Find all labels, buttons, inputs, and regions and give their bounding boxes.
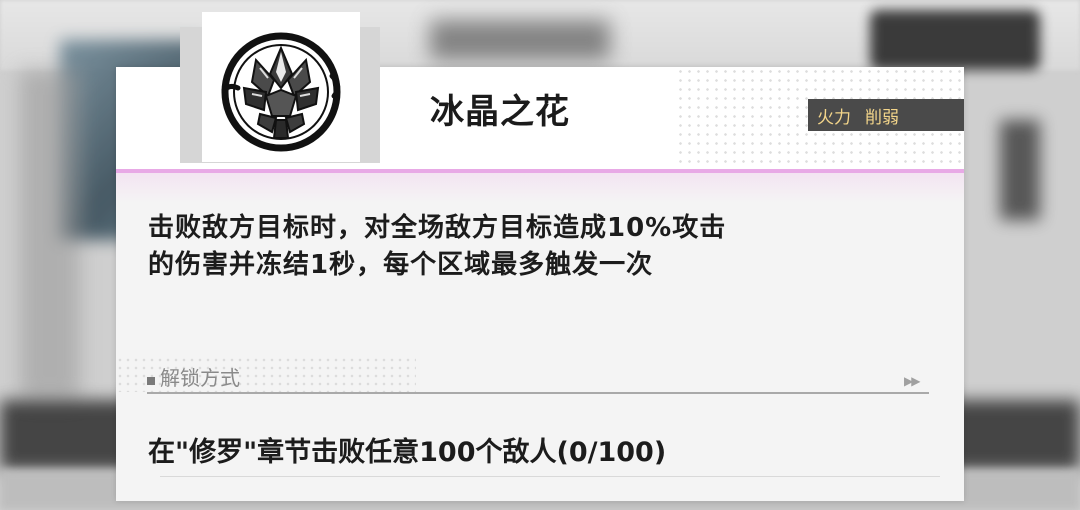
unlock-divider [147,392,929,394]
bottom-divider [160,476,940,477]
description-line: 击败敌方目标时，对全场敌方目标造成10%攻击 [148,213,727,243]
bullet-square-icon [147,377,155,385]
double-arrow-icon: ▶▶ [904,374,921,388]
unlock-method-label: 解锁方式 [160,366,240,390]
description-line: 的伤害并冻结1秒，每个区域最多触发一次 [148,250,654,280]
skill-title: 冰晶之花 [430,92,570,132]
skill-tags: 火力 削弱 [808,99,964,131]
unlock-condition: 在"修罗"章节击败任意100个敌人(0/100) [148,437,667,468]
skill-icon-box [202,12,360,162]
tag-debuff: 削弱 [865,107,899,128]
ice-crystal-flower-icon [221,32,341,152]
skill-description: 击败敌方目标时，对全场敌方目标造成10%攻击 的伤害并冻结1秒，每个区域最多触发… [148,210,918,284]
tag-firepower: 火力 [817,107,851,128]
